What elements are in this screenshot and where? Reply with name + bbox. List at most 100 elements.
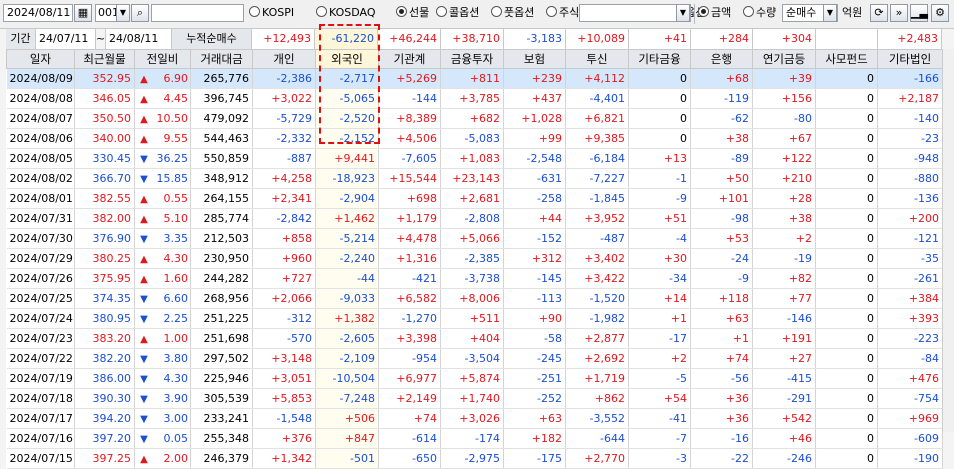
value-cell: +2,681	[440, 188, 504, 209]
table-row[interactable]: 2024/07/31 382.00 ▲ 5.10 285,774 -2,842 +1,462…	[6, 208, 943, 229]
radio-1[interactable]: KOSDAQ	[316, 5, 376, 21]
change-value: 36.25	[156, 152, 189, 165]
radio-3[interactable]: 콜옵션	[436, 5, 479, 21]
period-to-input[interactable]: 24/08/11	[106, 29, 172, 49]
table-row[interactable]: 2024/08/01 382.55 ▲ 0.55 264,155 +2,341 -2,904…	[6, 188, 943, 209]
value-cell: +8,006	[440, 288, 504, 309]
weekly-select[interactable]	[579, 4, 691, 22]
column-header[interactable]: 투신	[565, 49, 629, 69]
value-cell: -23	[877, 128, 943, 149]
column-header[interactable]: 은행	[690, 49, 753, 69]
table-row[interactable]: 2024/08/07 350.50 ▲ 10.50 479,092 -5,729 -2,52…	[6, 108, 943, 129]
value-cell: -415	[752, 368, 816, 389]
value-cell: +200	[877, 208, 943, 229]
value-cell: -223	[877, 328, 943, 349]
value-cell: 397.25	[74, 448, 135, 469]
value-cell: 0	[815, 128, 878, 149]
dropdown-arrow-icon[interactable]: ▼	[823, 4, 837, 22]
table-row[interactable]: 2024/08/08 346.05 ▲ 4.45 396,745 +3,022 -5,065…	[6, 88, 943, 109]
date-input[interactable]: 2024/08/11	[3, 4, 73, 22]
name-field	[151, 4, 244, 22]
table-row[interactable]: 2024/08/09 352.95 ▲ 6.90 265,776 -2,386 -2,717…	[6, 68, 943, 89]
radio-1[interactable]: 수량	[743, 5, 776, 21]
value-cell: -80	[752, 108, 816, 129]
column-header[interactable]: 기관계	[378, 49, 441, 69]
calendar-icon[interactable]: ▦	[74, 4, 92, 22]
table-row[interactable]: 2024/07/30 376.90 ▼ 3.35 212,503 +858 -5,214 +4…	[6, 228, 943, 249]
next-icon[interactable]: »	[890, 4, 908, 22]
date-cell: 2024/08/06	[6, 128, 75, 149]
refresh-icon[interactable]: ⟳	[870, 4, 888, 22]
table-row[interactable]: 2024/07/26 375.95 ▲ 1.60 244,282 +727 -44 -421-…	[6, 268, 943, 289]
table-row[interactable]: 2024/08/05 330.45 ▼ 36.25 550,859 -887 +9,441-…	[6, 148, 943, 169]
table-row[interactable]: 2024/07/23 383.20 ▲ 1.00 251,698 -570 -2,605 +3…	[6, 328, 943, 349]
radio-4[interactable]: 풋옵션	[491, 5, 534, 21]
value-cell: 352.95	[74, 68, 135, 89]
value-cell: 375.95	[74, 268, 135, 289]
table-row[interactable]: 2024/07/17 394.20 ▼ 3.00 233,241 -1,548 +506 +7…	[6, 408, 943, 429]
radio-0[interactable]: 금액	[698, 5, 731, 21]
value-cell: +1,179	[378, 208, 441, 229]
table-row[interactable]: 2024/07/18 390.30 ▼ 3.90 305,539 +5,853 -7,248…	[6, 388, 943, 409]
value-cell: +239	[503, 68, 566, 89]
vertical-scrollbar[interactable]	[942, 49, 954, 432]
value-cell: 374.35	[74, 288, 135, 309]
value-cell: -252	[503, 388, 566, 409]
chart-icon[interactable]: ▁▃	[910, 4, 928, 22]
change-cell: ▲ 4.30	[134, 248, 191, 269]
radio-label: 선물	[409, 6, 430, 19]
search-icon[interactable]: ⌕	[131, 4, 149, 22]
column-header[interactable]: 기타금융	[628, 49, 691, 69]
table-row[interactable]: 2024/07/15 397.25 ▲ 2.00 246,379 +1,342 -501 -6…	[6, 448, 943, 469]
column-header[interactable]: 개인	[252, 49, 316, 69]
period-label: 기간	[6, 29, 36, 49]
column-header[interactable]: 거래대금	[190, 49, 253, 69]
dropdown-arrow-icon[interactable]: ▼	[116, 4, 130, 22]
date-cell: 2024/08/07	[6, 108, 75, 129]
value-cell: +542	[752, 408, 816, 429]
table-row[interactable]: 2024/08/06 340.00 ▲ 9.55 544,463 -2,332 -2,152…	[6, 128, 943, 149]
value-cell: -4	[628, 228, 691, 249]
column-header[interactable]: 전일비	[134, 49, 191, 69]
period-from-input[interactable]: 24/07/11	[36, 29, 96, 49]
change-value: 1.60	[163, 272, 189, 285]
radio-0[interactable]: KOSPI	[249, 5, 294, 21]
column-header[interactable]: 금융투자	[440, 49, 504, 69]
radio-circle-icon	[249, 6, 260, 17]
column-header[interactable]: 사모펀드	[815, 49, 878, 69]
table-row[interactable]: 2024/07/25 374.35 ▼ 6.60 268,956 +2,066 -9,033…	[6, 288, 943, 309]
table-row[interactable]: 2024/08/02 366.70 ▼ 15.85 348,912 +4,258 -18,9…	[6, 168, 943, 189]
column-header[interactable]: 최근월물	[74, 49, 135, 69]
toolbar: 2024/08/11 ▦ 001 ▼ ⌕ KOSPI KOSDAQ 선물 콜옵션 풋옵션…	[0, 0, 954, 29]
column-header[interactable]: 기타법인	[877, 49, 943, 69]
value-cell: -7,227	[565, 168, 629, 189]
change-cell: ▼ 6.60	[134, 288, 191, 309]
value-cell: +1,316	[378, 248, 441, 269]
table-row[interactable]: 2024/07/22 382.20 ▼ 3.80 297,502 +3,148 -2,109…	[6, 348, 943, 369]
column-header[interactable]: 보험	[503, 49, 566, 69]
table-row[interactable]: 2024/07/24 380.95 ▼ 2.25 251,225 -312 +1,382 -1…	[6, 308, 943, 329]
value-cell: +5,269	[378, 68, 441, 89]
column-header[interactable]: 연기금등	[752, 49, 816, 69]
value-cell: -1,520	[565, 288, 629, 309]
value-cell: +437	[503, 88, 566, 109]
change-cell: ▼ 3.00	[134, 408, 191, 429]
value-cell: -41	[628, 408, 691, 429]
value-cell: -146	[752, 308, 816, 329]
radio-label: KOSPI	[262, 6, 295, 19]
down-triangle-icon: ▼	[140, 154, 148, 165]
value-cell: 251,698	[190, 328, 253, 349]
column-header[interactable]: 일자	[6, 49, 75, 69]
value-cell: +8,389	[378, 108, 441, 129]
dropdown-arrow-icon[interactable]: ▼	[676, 4, 690, 22]
settings-icon[interactable]: ⚙	[931, 4, 949, 22]
column-header[interactable]: 외국인	[315, 49, 379, 69]
down-triangle-icon: ▼	[140, 314, 148, 325]
table-row[interactable]: 2024/07/29 380.25 ▲ 4.30 230,950 +960 -2,240 +1…	[6, 248, 943, 269]
value-cell: +3,422	[565, 268, 629, 289]
value-cell: +3,402	[565, 248, 629, 269]
radio-label: 금액	[711, 6, 732, 19]
radio-2[interactable]: 선물	[396, 5, 429, 21]
table-row[interactable]: 2024/07/19 386.00 ▼ 4.30 225,946 +3,051 -10,50…	[6, 368, 943, 389]
value-cell: -44	[315, 268, 379, 289]
